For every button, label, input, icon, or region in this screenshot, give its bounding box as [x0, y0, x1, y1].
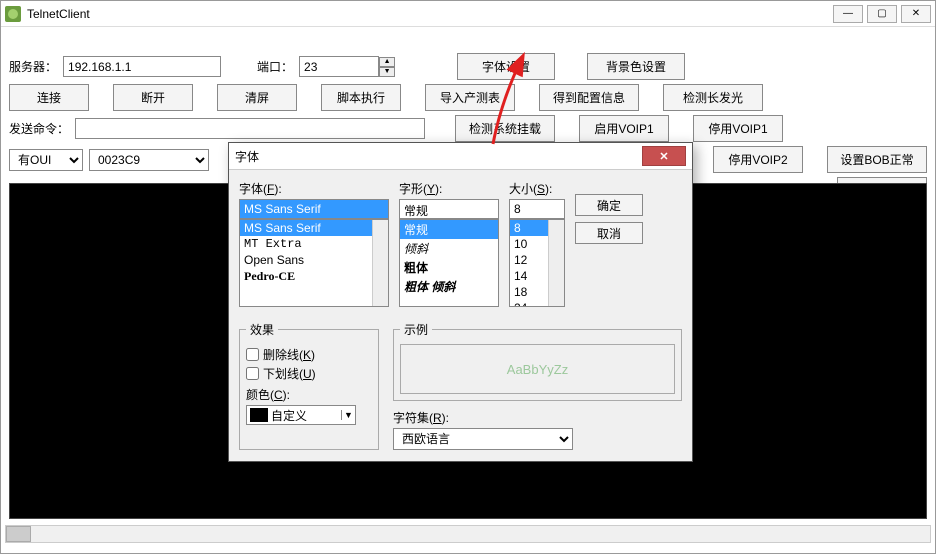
size-field-label: 大小(S): — [509, 180, 565, 197]
underline-checkbox[interactable]: 下划线(U) — [246, 365, 372, 382]
list-item[interactable]: MT Extra — [240, 236, 372, 252]
font-dialog-close-button[interactable]: ✕ — [642, 146, 686, 166]
list-item[interactable]: 常规 — [400, 220, 498, 239]
clear-button[interactable]: 清屏 — [217, 84, 297, 111]
titlebar[interactable]: TelnetClient — ▢ ✕ — [1, 1, 935, 27]
detect-sys-button[interactable]: 检测系统挂载 — [455, 115, 555, 142]
menubar[interactable] — [1, 27, 935, 49]
list-item[interactable]: 12 — [510, 252, 548, 268]
set-bob-button[interactable]: 设置BOB正常 — [827, 146, 927, 173]
send-cmd-input[interactable] — [75, 118, 425, 139]
minimize-button[interactable]: — — [833, 5, 863, 23]
list-item[interactable]: 粗体 倾斜 — [400, 277, 498, 296]
server-input[interactable] — [63, 56, 221, 77]
font-style-input[interactable]: 常规 — [399, 199, 499, 219]
disconnect-button[interactable]: 断开 — [113, 84, 193, 111]
close-button[interactable]: ✕ — [901, 5, 931, 23]
maximize-button[interactable]: ▢ — [867, 5, 897, 23]
list-item[interactable]: 倾斜 — [400, 239, 498, 258]
sample-legend: 示例 — [400, 321, 432, 338]
list-item[interactable]: Open Sans — [240, 252, 372, 268]
script-button[interactable]: 脚本执行 — [321, 84, 401, 111]
style-listbox[interactable]: 常规 倾斜 粗体 粗体 倾斜 — [399, 219, 499, 307]
strikethrough-checkbox[interactable]: 删除线(K) — [246, 346, 372, 363]
connect-button[interactable]: 连接 — [9, 84, 89, 111]
color-swatch-icon — [250, 408, 268, 422]
font-name-input[interactable]: MS Sans Serif — [239, 199, 389, 219]
font-settings-button[interactable]: 字体设置 — [457, 53, 555, 80]
window-title: TelnetClient — [27, 7, 833, 21]
cancel-button[interactable]: 取消 — [575, 222, 643, 244]
chevron-down-icon[interactable]: ▼ — [341, 410, 355, 420]
bg-settings-button[interactable]: 背景色设置 — [587, 53, 685, 80]
ok-button[interactable]: 确定 — [575, 194, 643, 216]
get-config-button[interactable]: 得到配置信息 — [539, 84, 639, 111]
disable-voip1-button[interactable]: 停用VOIP1 — [693, 115, 783, 142]
sample-group: 示例 AaBbYyZz — [393, 321, 682, 401]
import-button[interactable]: 导入产测表 — [425, 84, 515, 111]
list-item[interactable]: MS Sans Serif — [240, 220, 372, 236]
charset-select[interactable]: 西欧语言 — [393, 428, 573, 450]
horizontal-scrollbar[interactable] — [5, 525, 931, 543]
font-listbox[interactable]: MS Sans Serif MT Extra Open Sans Pedro-C… — [239, 219, 389, 307]
server-label: 服务器： — [9, 58, 57, 75]
color-label: 颜色(C): — [246, 386, 372, 403]
port-label: 端口： — [257, 58, 293, 75]
size-listbox[interactable]: 8 10 12 14 18 24 — [509, 219, 565, 307]
oui-value-select[interactable]: 0023C9 — [89, 149, 209, 171]
oui-mode-select[interactable]: 有OUI — [9, 149, 83, 171]
port-input[interactable]: ▲▼ — [299, 56, 395, 77]
style-field-label: 字形(Y): — [399, 180, 499, 197]
app-icon — [5, 6, 21, 22]
spin-up-icon[interactable]: ▲ — [379, 57, 395, 67]
send-cmd-label: 发送命令： — [9, 120, 69, 137]
list-item[interactable]: 10 — [510, 236, 548, 252]
scrollbar[interactable] — [372, 220, 388, 306]
font-dialog-titlebar[interactable]: 字体 ✕ — [229, 143, 692, 170]
disable-voip2-button[interactable]: 停用VOIP2 — [713, 146, 803, 173]
font-dialog-title: 字体 — [235, 148, 642, 165]
sample-text: AaBbYyZz — [400, 344, 675, 394]
effects-group: 效果 删除线(K) 下划线(U) 颜色(C): 自定义 ▼ — [239, 321, 379, 450]
color-select[interactable]: 自定义 ▼ — [246, 405, 356, 425]
close-icon: ✕ — [659, 150, 668, 163]
spin-down-icon[interactable]: ▼ — [379, 67, 395, 77]
scrollbar[interactable] — [548, 220, 564, 306]
list-item[interactable]: 14 — [510, 268, 548, 284]
list-item[interactable]: 18 — [510, 284, 548, 300]
font-size-input[interactable]: 8 — [509, 199, 565, 219]
charset-label: 字符集(R): — [393, 409, 682, 426]
list-item[interactable]: 24 — [510, 300, 548, 307]
effects-legend: 效果 — [246, 321, 278, 338]
detect-long-button[interactable]: 检测长发光 — [663, 84, 763, 111]
list-item[interactable]: 粗体 — [400, 258, 498, 277]
font-dialog: 字体 ✕ 字体(F): MS Sans Serif MS Sans Serif … — [228, 142, 693, 462]
list-item[interactable]: 8 — [510, 220, 548, 236]
font-field-label: 字体(F): — [239, 180, 389, 197]
list-item[interactable]: Pedro-CE — [240, 268, 372, 285]
enable-voip1-button[interactable]: 启用VOIP1 — [579, 115, 669, 142]
